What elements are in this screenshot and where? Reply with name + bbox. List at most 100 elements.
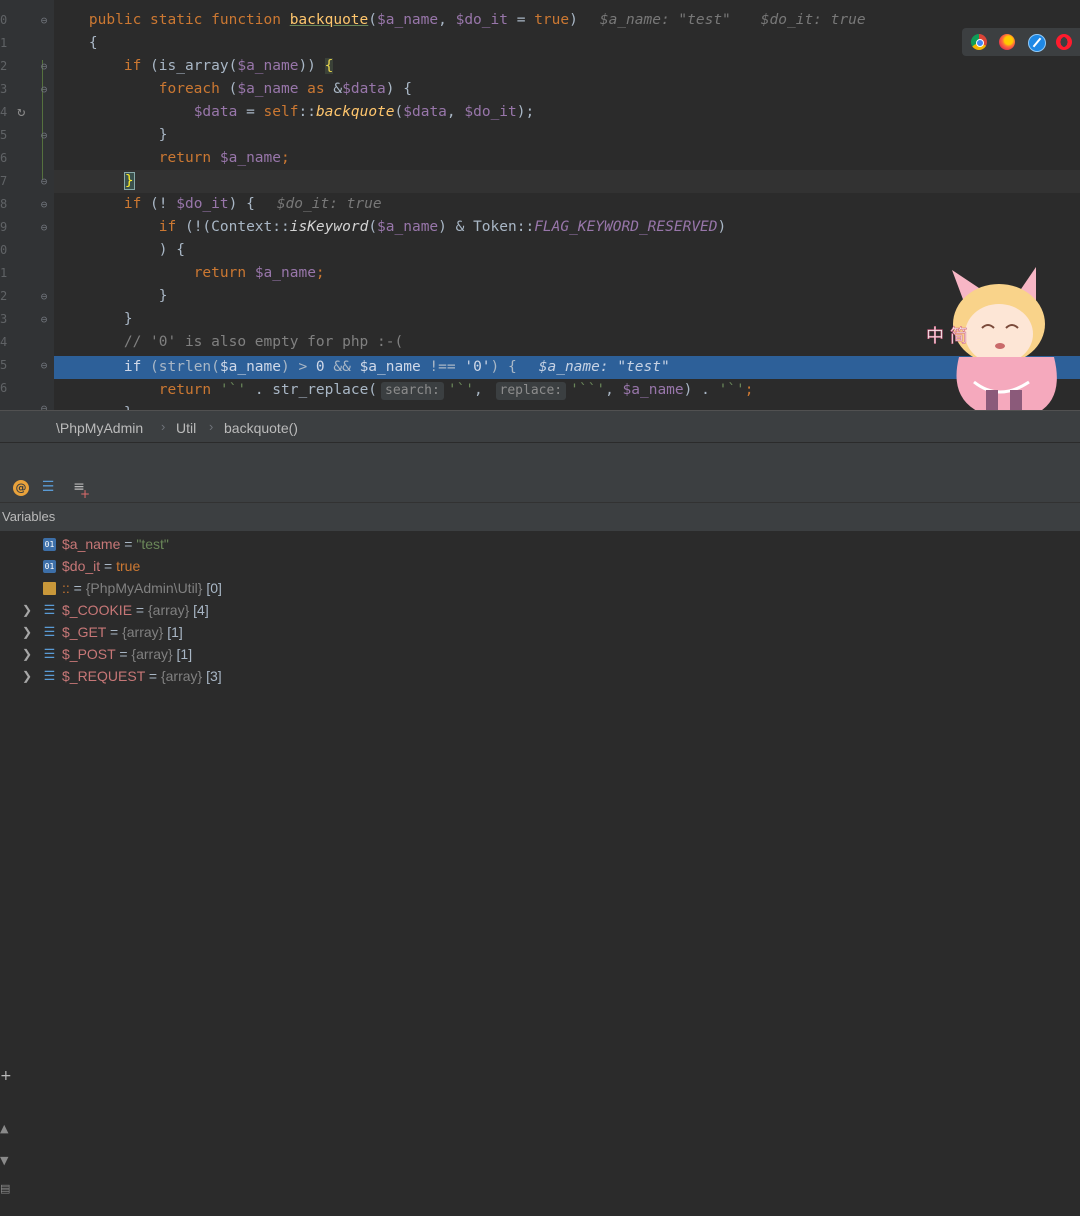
parameter-hint: replace: bbox=[495, 382, 567, 400]
code-token: if bbox=[158, 219, 177, 235]
code-token: (!(Context:: bbox=[176, 219, 290, 235]
line-number: 1 bbox=[0, 266, 8, 280]
code-token: return bbox=[158, 382, 212, 398]
add-icon[interactable]: + bbox=[0, 1068, 12, 1084]
variable-row[interactable]: 01 $do_it = true bbox=[0, 555, 1080, 577]
code-token: , bbox=[446, 104, 465, 120]
code-token: ) . bbox=[683, 382, 719, 398]
fold-icon[interactable]: ⊖ bbox=[39, 291, 49, 302]
expand-arrow-icon[interactable]: ❯ bbox=[22, 643, 32, 665]
fold-icon[interactable]: ⊖ bbox=[39, 84, 49, 95]
code-token: (strlen( bbox=[141, 359, 220, 375]
matched-brace: } bbox=[123, 172, 135, 190]
code-line[interactable]: ) { bbox=[54, 239, 1080, 262]
line-gutter[interactable]: 0 1 2 3 4 5 6 7 8 9 0 1 2 3 4 5 6 ⊖ ⊖ ⊖ … bbox=[0, 0, 54, 410]
code-token: return bbox=[158, 150, 212, 166]
fold-icon[interactable]: ⊖ bbox=[39, 314, 49, 325]
line-number: 5 bbox=[0, 128, 8, 142]
variable-count: [1] bbox=[167, 624, 183, 640]
watch-icon[interactable]: @ bbox=[11, 477, 31, 497]
fold-icon[interactable]: ⊖ bbox=[39, 222, 49, 233]
variables-header: Variables bbox=[0, 503, 1080, 531]
inline-debug-value: $a_name: "test" bbox=[538, 359, 670, 375]
code-token: , bbox=[438, 12, 456, 28]
code-line[interactable]: foreach ($a_name as &$data) { bbox=[54, 78, 1080, 101]
code-token: $data bbox=[342, 81, 386, 97]
fold-icon[interactable]: ⊖ bbox=[39, 15, 49, 26]
fold-icon[interactable]: ⊖ bbox=[39, 360, 49, 371]
code-token: } bbox=[123, 311, 133, 327]
code-token: $do_it bbox=[455, 12, 508, 28]
code-line-current[interactable]: } bbox=[54, 170, 1080, 193]
expand-arrow-icon[interactable]: ❯ bbox=[22, 621, 32, 643]
code-editor[interactable]: 0 1 2 3 4 5 6 7 8 9 0 1 2 3 4 5 6 ⊖ ⊖ ⊖ … bbox=[0, 0, 1080, 410]
code-line[interactable]: if (is_array($a_name)) { bbox=[54, 55, 1080, 78]
code-token: public static function bbox=[54, 12, 290, 28]
code-token: '0' bbox=[464, 359, 491, 375]
add-watch-icon[interactable]: ≡ + bbox=[69, 477, 90, 501]
breadcrumb-method[interactable]: backquote() bbox=[224, 420, 298, 436]
code-token: (! bbox=[141, 196, 177, 212]
code-token: $a_name bbox=[377, 12, 439, 28]
fold-icon[interactable]: ⊖ bbox=[39, 61, 49, 72]
code-line[interactable]: $data = self::backquote($data, $do_it); bbox=[54, 101, 1080, 124]
code-token: backquote bbox=[315, 104, 395, 120]
expand-arrow-icon[interactable]: ❯ bbox=[22, 665, 32, 687]
array-icon: ☰ bbox=[43, 669, 56, 684]
variable-row[interactable]: ❯ ☰ $_COOKIE = {array} [4] bbox=[0, 599, 1080, 621]
code-token: ) { bbox=[228, 196, 255, 212]
recursion-icon: ↻ bbox=[17, 104, 26, 120]
expand-arrow-icon[interactable]: ❯ bbox=[22, 599, 32, 621]
variable-eq: = bbox=[115, 646, 132, 662]
code-line[interactable]: if (! $do_it) {$do_it: true bbox=[54, 193, 1080, 216]
code-token: $a_name bbox=[219, 150, 281, 166]
fold-icon[interactable]: ⊖ bbox=[39, 176, 49, 187]
code-token: foreach bbox=[158, 81, 220, 97]
code-token: true bbox=[534, 12, 570, 28]
variables-title: Variables bbox=[2, 509, 56, 524]
breadcrumb-class[interactable]: Util bbox=[176, 420, 196, 436]
list-view-icon[interactable]: ☰ bbox=[38, 477, 58, 497]
safari-icon[interactable] bbox=[1028, 34, 1046, 52]
code-token: $a_name bbox=[254, 265, 316, 281]
variable-row[interactable]: :: = {PhpMyAdmin\Util} [0] bbox=[0, 577, 1080, 599]
variable-row[interactable]: 01 $a_name = "test" bbox=[0, 533, 1080, 555]
variable-row[interactable]: ❯ ☰ $_REQUEST = {array} [3] bbox=[0, 665, 1080, 687]
variables-tree[interactable]: + ▲ ▼ ▤ 01 $a_name = "test" 01 $do_it = … bbox=[0, 531, 1080, 1195]
variable-row[interactable]: ❯ ☰ $_GET = {array} [1] bbox=[0, 621, 1080, 643]
arrow-down-icon[interactable]: ▼ bbox=[0, 1154, 8, 1167]
breadcrumb-namespace[interactable]: \PhpMyAdmin bbox=[56, 420, 143, 436]
code-token: if bbox=[123, 359, 142, 375]
opera-icon[interactable] bbox=[1056, 34, 1072, 50]
code-line[interactable]: return $a_name; bbox=[54, 147, 1080, 170]
line-number: 3 bbox=[0, 82, 8, 96]
variable-name: $_GET bbox=[62, 624, 107, 640]
code-token: :: bbox=[298, 104, 316, 120]
code-token: & bbox=[333, 81, 343, 97]
line-number: 6 bbox=[0, 381, 8, 395]
code-token: ) { bbox=[490, 359, 517, 375]
anime-sticker-image: 中 简 bbox=[926, 267, 1057, 412]
line-number: 6 bbox=[0, 151, 8, 165]
variable-value: true bbox=[116, 558, 141, 574]
variable-name: $do_it bbox=[62, 558, 101, 574]
code-line[interactable]: public static function backquote($a_name… bbox=[54, 9, 1080, 32]
chrome-icon[interactable] bbox=[971, 34, 987, 50]
copy-icon[interactable]: ▤ bbox=[0, 1182, 10, 1195]
line-number: 2 bbox=[0, 289, 8, 303]
breadcrumb-separator: › bbox=[161, 419, 166, 434]
variable-count: [3] bbox=[206, 668, 222, 684]
fold-icon[interactable]: ⊖ bbox=[39, 199, 49, 210]
variable-type: {array} bbox=[131, 646, 173, 662]
arrow-up-icon[interactable]: ▲ bbox=[0, 1122, 8, 1135]
code-line[interactable]: { bbox=[54, 32, 1080, 55]
fold-icon[interactable]: ⊖ bbox=[39, 130, 49, 141]
variable-row[interactable]: ❯ ☰ $_POST = {array} [1] bbox=[0, 643, 1080, 665]
firefox-icon[interactable] bbox=[999, 34, 1015, 50]
variable-eq: = bbox=[145, 668, 161, 684]
code-token: if bbox=[123, 58, 142, 74]
variable-value: "test" bbox=[136, 536, 169, 552]
code-line[interactable]: if (!(Context::isKeyword($a_name) & Toke… bbox=[54, 216, 1080, 239]
code-line[interactable]: } bbox=[54, 124, 1080, 147]
code-token: '``' bbox=[570, 382, 606, 398]
